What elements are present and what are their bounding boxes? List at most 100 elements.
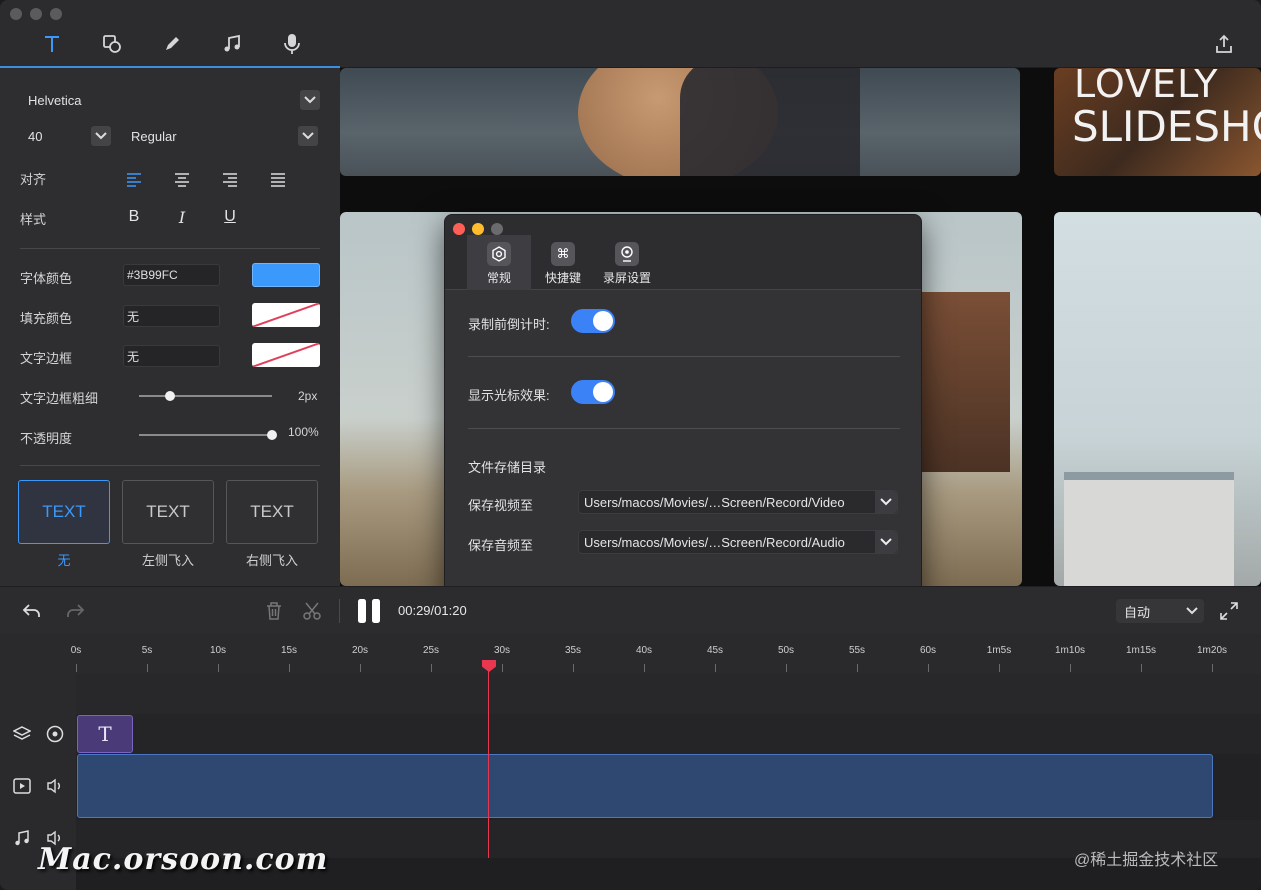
- cursor-effect-toggle[interactable]: [571, 380, 615, 404]
- tab-general[interactable]: 常规: [467, 235, 531, 290]
- zoom-window-button[interactable]: [50, 8, 62, 20]
- tab-recording[interactable]: 录屏设置: [595, 235, 659, 290]
- font-family-select[interactable]: Helvetica: [20, 88, 320, 112]
- text-track[interactable]: [76, 714, 1261, 754]
- animation-fly-left-card[interactable]: TEXT: [122, 480, 214, 544]
- text-clip[interactable]: T: [77, 715, 133, 753]
- chevron-down-icon[interactable]: [300, 90, 320, 110]
- align-justify-icon[interactable]: [268, 170, 288, 190]
- bold-button[interactable]: B: [124, 208, 144, 228]
- ruler-tick: [431, 664, 432, 672]
- align-right-icon[interactable]: [220, 170, 240, 190]
- text-clip-icon: T: [98, 722, 112, 746]
- fill-color-swatch[interactable]: [252, 303, 320, 327]
- undo-icon[interactable]: [21, 600, 43, 622]
- ruler-tick-label: 60s: [919, 645, 937, 656]
- text-border-color-input[interactable]: 无: [123, 345, 220, 367]
- ruler-tick-label: 15s: [280, 645, 298, 656]
- divider: [468, 428, 900, 429]
- chevron-down-icon[interactable]: [875, 491, 897, 513]
- fill-color-value: 无: [127, 309, 140, 324]
- preview-photo-title: LOVELY SLIDESHOW: [1054, 68, 1261, 176]
- export-icon[interactable]: [1210, 30, 1238, 58]
- divider: [468, 356, 900, 357]
- chevron-down-icon[interactable]: [298, 126, 318, 146]
- preferences-dialog: 常规 ⌘ 快捷键 录屏设置 录制前倒计时: 显示光标效果: 文件存储目录 保存视…: [444, 214, 922, 602]
- style-label: 样式: [20, 212, 47, 227]
- webcam-icon: [615, 242, 639, 266]
- fill-color-label: 填充颜色: [20, 311, 73, 326]
- font-weight-value: Regular: [131, 128, 177, 144]
- opacity-slider-track[interactable]: [139, 434, 272, 436]
- layers-icon[interactable]: [12, 724, 32, 744]
- text-tool-icon[interactable]: [34, 30, 70, 68]
- ruler-tick: [1070, 664, 1071, 672]
- video-track-icon[interactable]: [12, 776, 32, 796]
- timeline-ruler[interactable]: 0s 5s 10s 15s 20s 25s 30s 35s 40s 45s 50s 55s 60s 1m5…: [0, 634, 1261, 674]
- chevron-down-icon: [1184, 603, 1200, 619]
- fullscreen-icon[interactable]: [1218, 600, 1240, 622]
- ruler-tick-label: 5s: [141, 645, 153, 656]
- border-width-slider-track[interactable]: [139, 395, 272, 397]
- trash-icon[interactable]: [263, 600, 285, 622]
- preferences-tabbar: 常规 ⌘ 快捷键 录屏设置: [445, 215, 921, 290]
- toolbar: [0, 0, 1261, 68]
- chevron-down-icon[interactable]: [91, 126, 111, 146]
- timeline-zoom-select[interactable]: 自动: [1116, 599, 1204, 623]
- tab-general-label: 常规: [486, 271, 511, 285]
- countdown-toggle[interactable]: [571, 309, 615, 333]
- eye-icon[interactable]: [45, 724, 65, 744]
- video-path-select[interactable]: Users/macos/Movies/…Screen/Record/Video: [578, 490, 898, 514]
- video-path-value: Users/macos/Movies/…Screen/Record/Video: [584, 494, 845, 510]
- ruler-tick: [76, 664, 77, 672]
- scissors-icon[interactable]: [301, 600, 323, 622]
- text-border-width-label: 文字边框粗细: [20, 391, 99, 406]
- redo-icon[interactable]: [64, 600, 86, 622]
- align-left-icon[interactable]: [124, 170, 144, 190]
- storage-section-title: 文件存储目录: [468, 460, 547, 475]
- music-track-icon[interactable]: [12, 828, 32, 848]
- pen-tool-icon[interactable]: [158, 30, 186, 58]
- fill-color-input[interactable]: 无: [123, 305, 220, 327]
- close-window-button[interactable]: [10, 8, 22, 20]
- music-tool-icon[interactable]: [218, 30, 246, 58]
- opacity-slider-knob[interactable]: [267, 430, 277, 440]
- font-color-label: 字体颜色: [20, 271, 73, 286]
- dialog-close-button[interactable]: [453, 223, 465, 235]
- microphone-tool-icon[interactable]: [278, 30, 306, 58]
- ruler-tick-label: 35s: [564, 645, 582, 656]
- ruler-tick: [289, 664, 290, 672]
- video-clip[interactable]: [77, 754, 1213, 818]
- animation-preview-text: TEXT: [42, 502, 86, 521]
- text-border-swatch[interactable]: [252, 343, 320, 367]
- chevron-down-icon[interactable]: [875, 531, 897, 553]
- font-color-swatch[interactable]: [252, 263, 320, 287]
- tab-shortcuts[interactable]: ⌘ 快捷键: [531, 235, 595, 290]
- minimize-window-button[interactable]: [30, 8, 42, 20]
- countdown-label: 录制前倒计时:: [468, 317, 550, 332]
- ruler-tick-label: 0s: [70, 645, 82, 656]
- animation-none-card[interactable]: TEXT: [18, 480, 110, 544]
- playhead[interactable]: [488, 666, 489, 858]
- align-center-icon[interactable]: [172, 170, 192, 190]
- underline-button[interactable]: U: [220, 208, 240, 228]
- preview-photo-top: [340, 68, 1020, 176]
- watermark-right: @稀土掘金技术社区: [1074, 852, 1219, 869]
- audio-path-label: 保存音频至: [468, 538, 534, 553]
- dialog-minimize-button[interactable]: [472, 223, 484, 235]
- font-color-hex-input[interactable]: #3B99FC: [123, 264, 220, 286]
- volume-icon[interactable]: [45, 776, 65, 796]
- shape-tool-icon[interactable]: [98, 30, 126, 58]
- gear-icon: [487, 242, 511, 266]
- playback-time: 00:29/01:20: [398, 603, 467, 618]
- audio-path-select[interactable]: Users/macos/Movies/…Screen/Record/Audio: [578, 530, 898, 554]
- divider: [20, 465, 320, 466]
- border-width-slider-knob[interactable]: [164, 391, 175, 401]
- dialog-zoom-button[interactable]: [491, 223, 503, 235]
- italic-button[interactable]: I: [172, 208, 192, 228]
- pause-button[interactable]: [355, 597, 383, 625]
- animation-fly-right-card[interactable]: TEXT: [226, 480, 318, 544]
- divider: [339, 599, 340, 623]
- font-weight-select[interactable]: Regular: [123, 124, 320, 148]
- tab-recording-label: 录屏设置: [602, 271, 651, 285]
